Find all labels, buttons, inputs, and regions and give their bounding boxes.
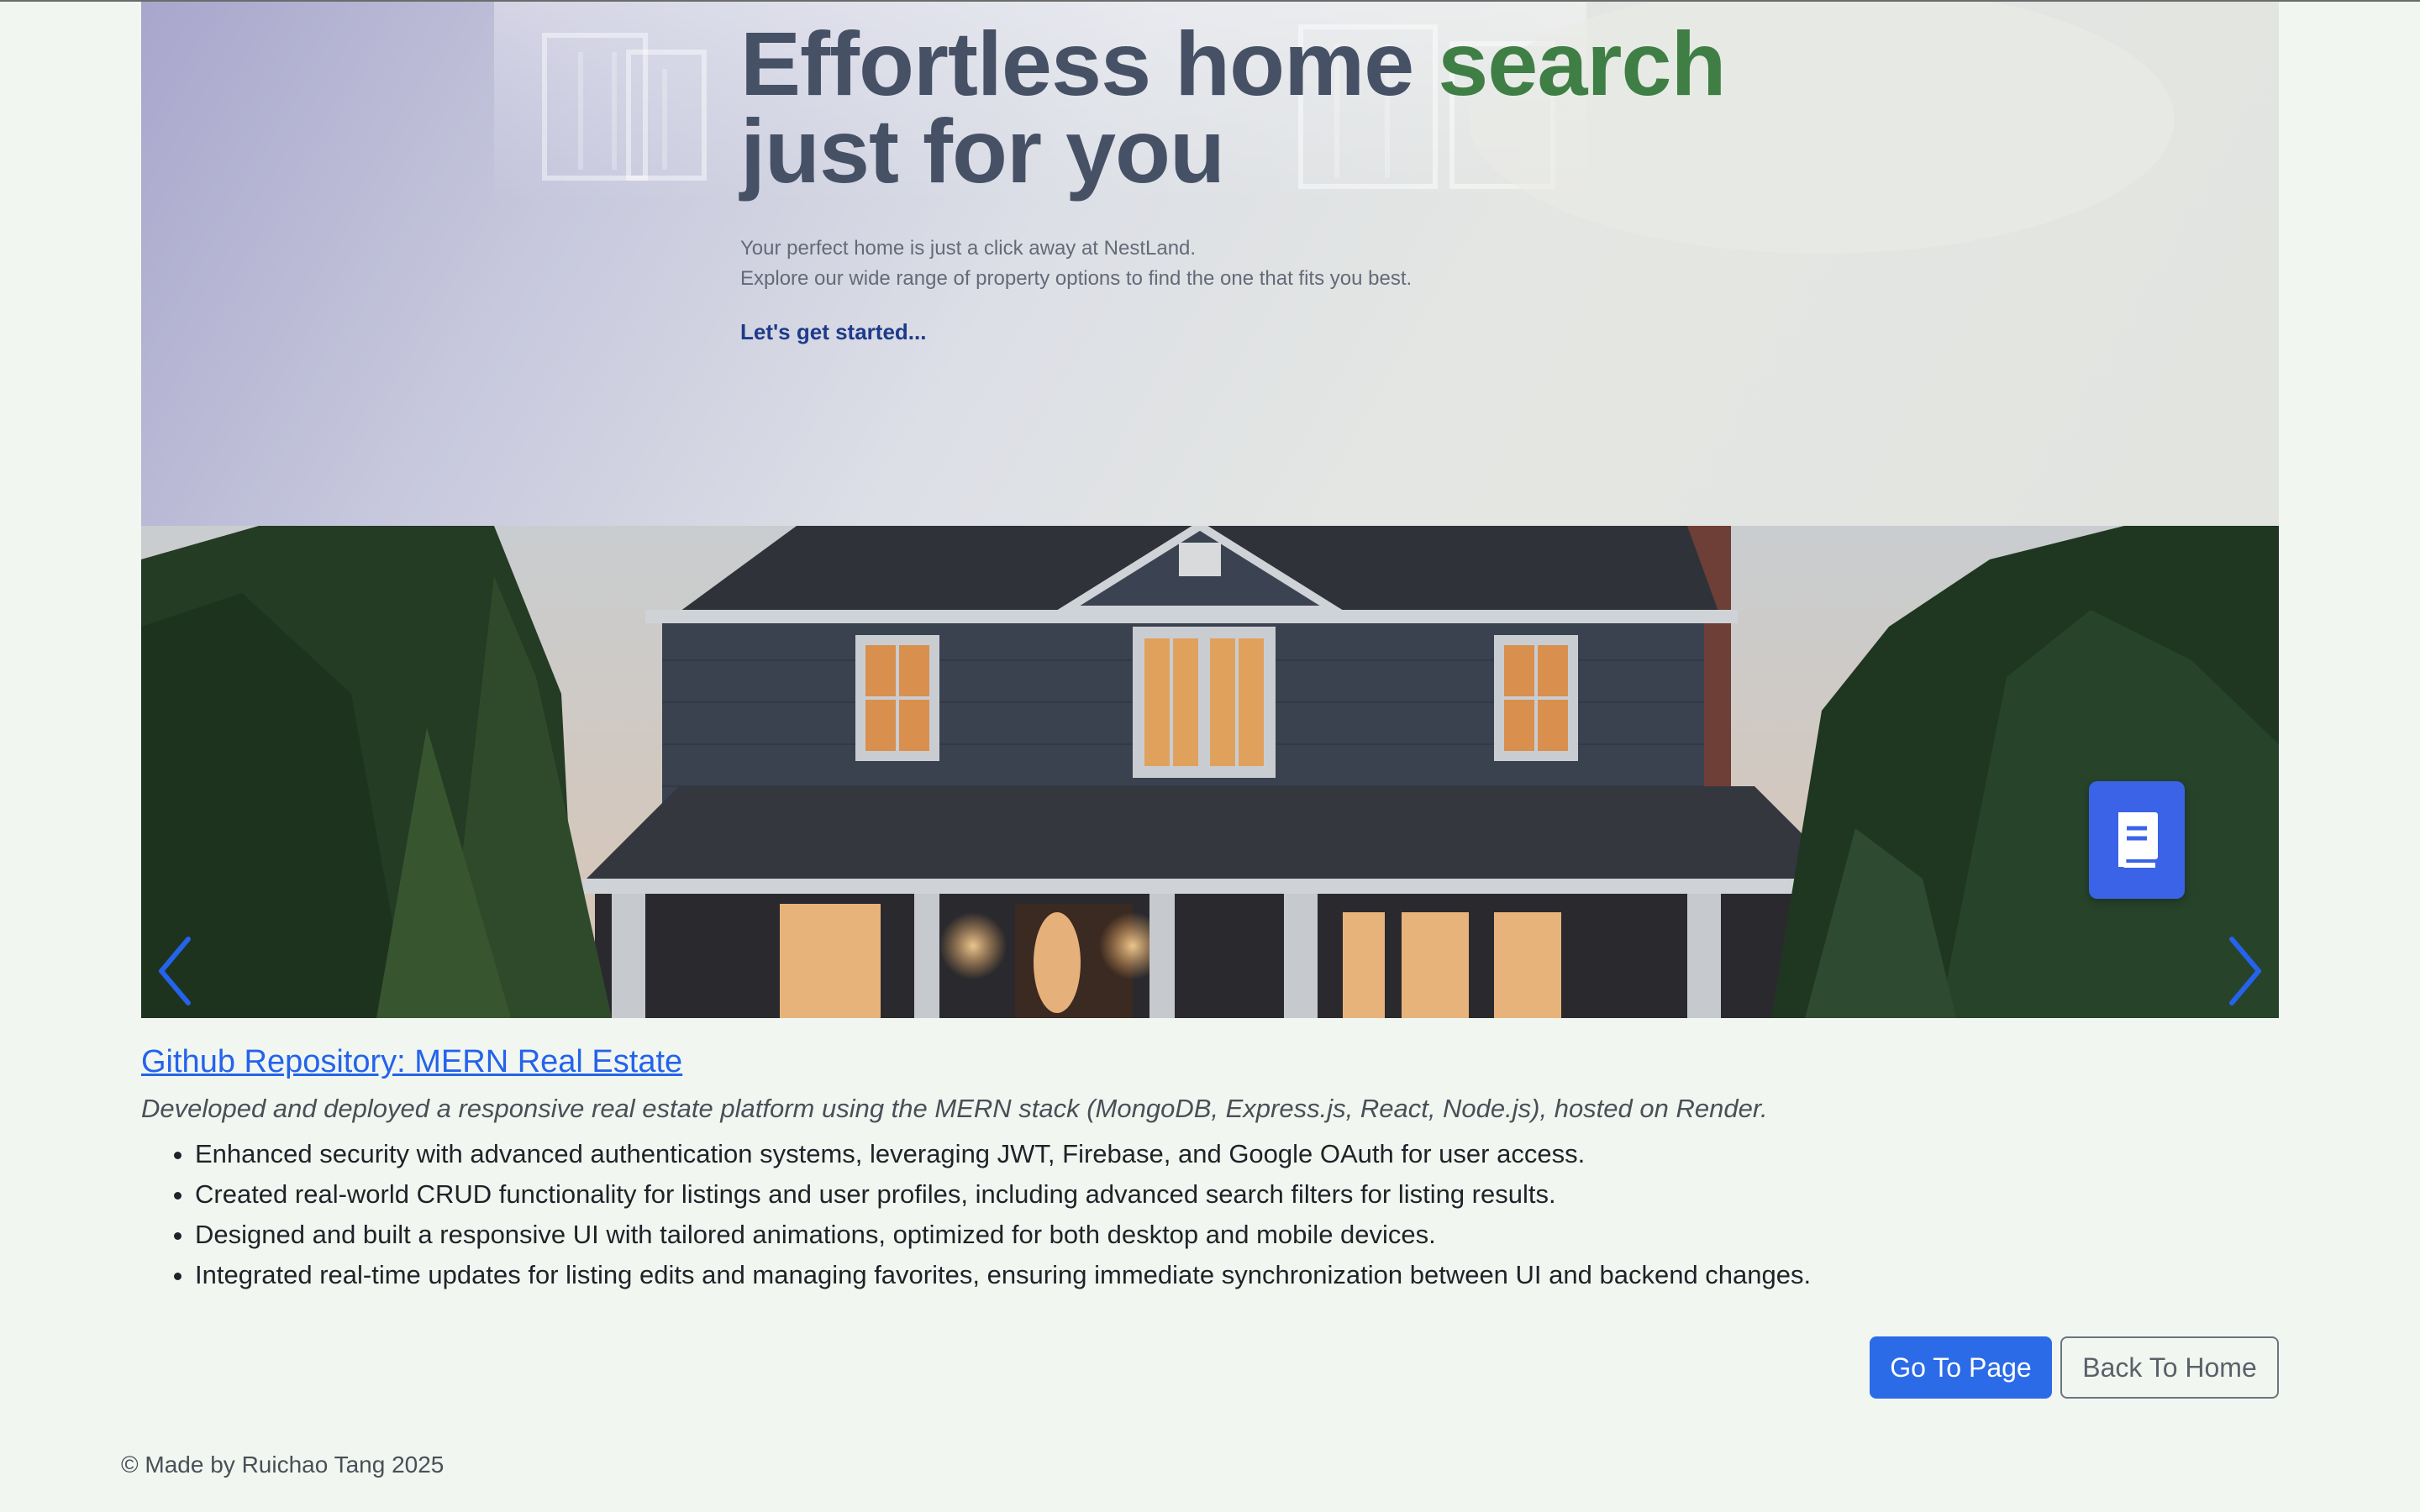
github-repo-link[interactable]: Github Repository: MERN Real Estate [141, 1044, 682, 1079]
chevron-right-icon [2229, 937, 2261, 1005]
feature-list: Enhanced security with advanced authenti… [141, 1134, 2279, 1295]
chevron-left-icon [159, 937, 191, 1005]
hero-subtitle-line2: Explore our wide range of property optio… [740, 267, 1413, 290]
project-description: Developed and deployed a responsive real… [141, 1094, 1768, 1123]
carousel-next-arrow[interactable] [2218, 929, 2269, 1013]
hero-title-line2: just for you [740, 100, 1225, 202]
hero-title-accent: search [1438, 13, 1726, 114]
book-icon [2118, 812, 2158, 868]
get-started-link[interactable]: Let's get started... [740, 319, 926, 345]
hero-subtitle-line1: Your perfect home is just a click away a… [740, 237, 1197, 260]
house-photo [141, 526, 2279, 1018]
documentation-badge[interactable] [2089, 781, 2185, 899]
hero-title-part: Effortless home [740, 13, 1439, 114]
list-item: Enhanced security with advanced authenti… [195, 1134, 2279, 1174]
hero-section: Effortless home search just for you Your … [141, 2, 2279, 526]
go-to-page-button[interactable]: Go To Page [1870, 1336, 2052, 1399]
list-item: Created real-world CRUD functionality fo… [195, 1174, 2279, 1215]
back-to-home-button[interactable]: Back To Home [2060, 1336, 2279, 1399]
footer-copyright: © Made by Ruichao Tang 2025 [121, 1452, 445, 1478]
carousel-prev-arrow[interactable] [151, 929, 202, 1013]
list-item: Designed and built a responsive UI with … [195, 1215, 2279, 1255]
project-details: Github Repository: MERN Real Estate Deve… [141, 1042, 2279, 1295]
hero-subtitle: Your perfect home is just a click away a… [740, 234, 1725, 294]
hero-title: Effortless home search just for you [740, 18, 1726, 197]
hero-content: Effortless home search just for you Your … [740, 18, 1726, 345]
image-carousel [141, 526, 2279, 1018]
list-item: Integrated real-time updates for listing… [195, 1255, 2279, 1295]
